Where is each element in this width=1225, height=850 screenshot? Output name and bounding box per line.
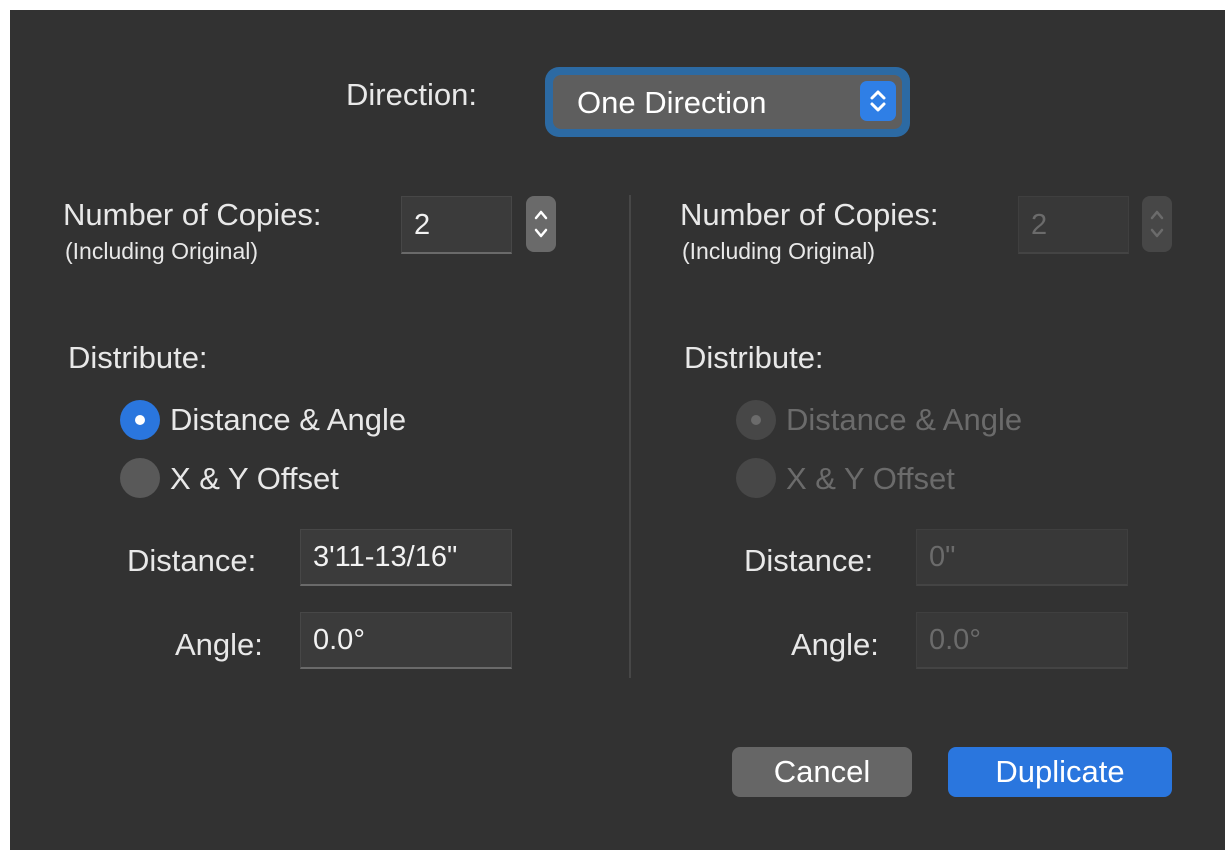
right-radio-xy-offset-label[interactable]: X & Y Offset [786, 461, 955, 497]
right-copies-value: 2 [1031, 208, 1048, 241]
right-angle-value: 0.0° [929, 624, 981, 657]
left-angle-value: 0.0° [313, 624, 365, 657]
duplicate-button[interactable]: Duplicate [948, 747, 1172, 797]
right-distance-value: 0" [929, 541, 956, 574]
left-radio-distance-angle[interactable] [120, 400, 160, 440]
duplicate-dialog: Direction: One Direction Number of Copie… [10, 10, 1225, 850]
right-radio-xy-offset[interactable] [736, 458, 776, 498]
left-copies-stepper[interactable] [526, 196, 556, 252]
left-radio-xy-offset[interactable] [120, 458, 160, 498]
left-copies-value: 2 [414, 208, 431, 241]
right-distance-label: Distance: [744, 543, 874, 578]
right-copies-stepper[interactable] [1142, 196, 1172, 252]
right-angle-label: Angle: [791, 627, 879, 662]
stepper-icon [534, 210, 548, 238]
right-copies-sublabel: (Including Original) [682, 238, 876, 264]
left-distance-label: Distance: [127, 543, 257, 578]
updown-chevron-icon [860, 81, 896, 121]
right-copies-field[interactable]: 2 [1018, 196, 1129, 254]
right-distance-field[interactable]: 0" [916, 529, 1128, 586]
right-copies-label: Number of Copies: [680, 197, 939, 232]
left-radio-distance-angle-label[interactable]: Distance & Angle [170, 402, 406, 438]
direction-popup[interactable]: One Direction [545, 67, 910, 137]
left-distance-value: 3'11-13/16" [313, 541, 458, 574]
cancel-button[interactable]: Cancel [732, 747, 912, 797]
direction-label: Direction: [346, 77, 477, 112]
right-distribute-label: Distribute: [684, 340, 824, 375]
right-angle-field[interactable]: 0.0° [916, 612, 1128, 669]
left-distribute-label: Distribute: [68, 340, 208, 375]
left-radio-xy-offset-label[interactable]: X & Y Offset [170, 461, 339, 497]
right-radio-distance-angle[interactable] [736, 400, 776, 440]
left-copies-label: Number of Copies: [63, 197, 322, 232]
left-copies-field[interactable]: 2 [401, 196, 512, 254]
stepper-icon [1150, 210, 1164, 238]
right-radio-distance-angle-label[interactable]: Distance & Angle [786, 402, 1022, 438]
left-angle-label: Angle: [175, 627, 263, 662]
column-divider [629, 195, 631, 678]
direction-value: One Direction [577, 85, 767, 120]
left-copies-sublabel: (Including Original) [65, 238, 259, 264]
left-angle-field[interactable]: 0.0° [300, 612, 512, 669]
left-distance-field[interactable]: 3'11-13/16" [300, 529, 512, 586]
